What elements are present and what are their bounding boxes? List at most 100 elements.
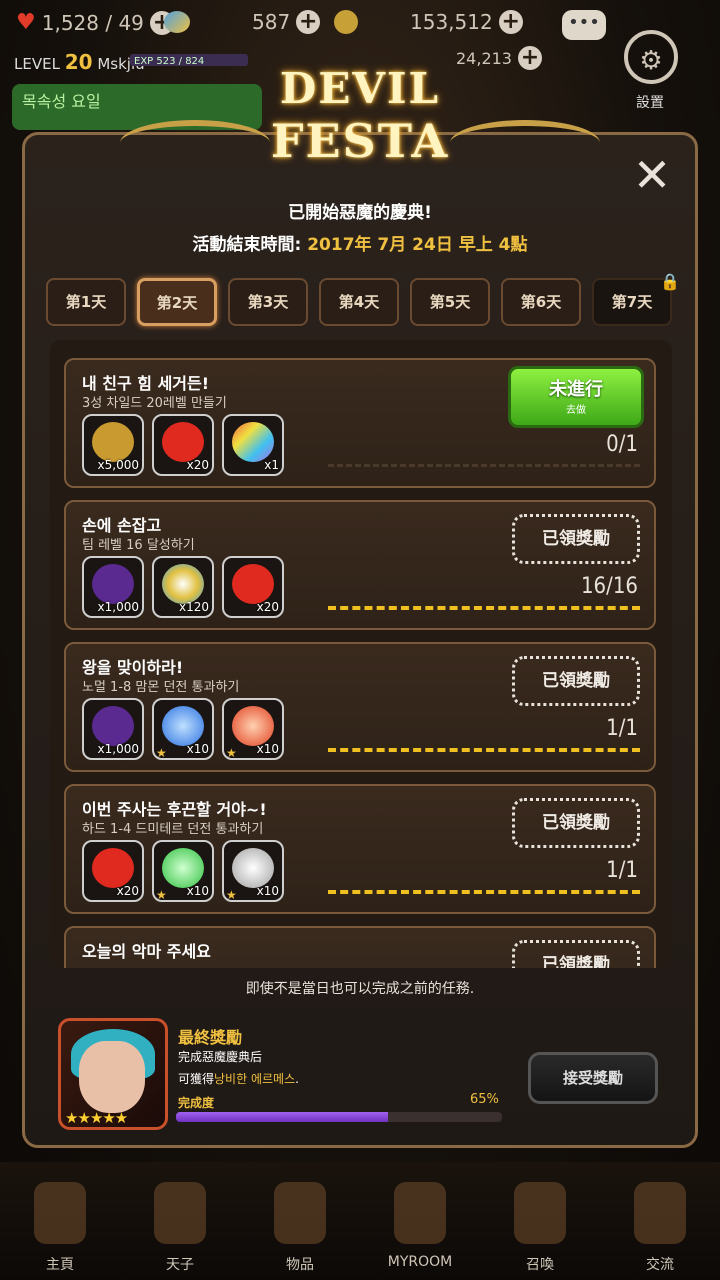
gold-value: 153,512 (410, 10, 493, 34)
end-label: 活動結束時間: (192, 235, 308, 255)
tab-day-6[interactable]: 第6天 (501, 278, 581, 326)
home-icon (34, 1182, 86, 1244)
final-reward-line2: 可獲得낭비한 에르메스. (178, 1070, 299, 1087)
progress-bar (328, 606, 640, 610)
nav-items[interactable]: 物品 (240, 1174, 360, 1280)
progress-text: 0/1 (606, 432, 638, 457)
hearts-value: 1,528 / 49 (41, 10, 144, 35)
nav-home[interactable]: 主頁 (0, 1174, 120, 1280)
reward-count: x20 (186, 458, 209, 472)
line2-highlight: 낭비한 에르메스 (214, 1072, 296, 1086)
nav-child[interactable]: 天子 (120, 1174, 240, 1280)
character-face (79, 1041, 145, 1113)
nav-label: 物品 (286, 1257, 314, 1273)
hearts-stat: ♥ 1,528 / 49 + (16, 10, 174, 35)
completion-percent: 65% (470, 1092, 499, 1107)
gold-icon (334, 10, 358, 34)
mission-card: 손에 손잡고 팀 레벨 16 달성하기 x1,000 x120 x20 已領獎勵… (64, 500, 656, 630)
star-icon: ★ (226, 746, 237, 760)
tab-day-5[interactable]: 第5天 (410, 278, 490, 326)
event-title: 已開始惡魔的慶典! (288, 203, 432, 223)
reward-heart[interactable]: x20 (82, 840, 144, 902)
star-icon: ★ (156, 888, 167, 902)
reward-green-orb[interactable]: x10 ★ (152, 840, 214, 902)
mission-title: 오늘의 악마 주세요 (82, 942, 211, 961)
claimed-button[interactable]: 已領獎勵 (512, 798, 640, 848)
lock-icon: 🔒 (660, 272, 680, 291)
end-date: 2017年 7月 24日 早上 4點 (307, 235, 528, 255)
reward-count: x1,000 (97, 742, 139, 756)
settings-label: 設置 (636, 95, 664, 111)
claimed-button[interactable]: 已領獎勵 (512, 656, 640, 706)
reward-count: x10 (256, 884, 279, 898)
nav-myroom[interactable]: MYROOM (360, 1174, 480, 1280)
mission-title: 왕을 맞이하라! (82, 658, 184, 677)
reward-gold-coins[interactable]: x5,000 (82, 414, 144, 476)
reward-rainbow-gem[interactable]: x1 (222, 414, 284, 476)
logo-line2: FESTA (270, 114, 450, 168)
final-reward-title: 最終獎勵 (178, 1028, 243, 1047)
level-value: 20 (64, 50, 93, 74)
potion-icon (514, 1182, 566, 1244)
reward-white-orb[interactable]: x10 ★ (222, 840, 284, 902)
go-button[interactable]: 未進行 去做 (508, 366, 644, 428)
mission-desc: 3성 차일드 20레벨 만들기 (82, 396, 227, 411)
claimed-button[interactable]: 已領獎勵 (512, 514, 640, 564)
completion-label: 完成度 (178, 1096, 215, 1110)
white-orb-icon (232, 848, 274, 888)
completion-fill (176, 1112, 388, 1122)
add-gems-button[interactable]: + (296, 10, 321, 34)
accept-reward-button[interactable]: 接受獎勵 (528, 1052, 658, 1104)
tab-day-3[interactable]: 第3天 (228, 278, 308, 326)
heart-icon (92, 848, 134, 888)
reward-dark-heart-gem[interactable]: x1,000 (82, 556, 144, 618)
heart-icon (232, 564, 274, 604)
mission-desc: 하드 1-4 드미테르 던전 통과하기 (82, 822, 264, 837)
reward-count: x1 (264, 458, 279, 472)
flame-eye-icon (154, 1182, 206, 1244)
reward-character-avatar[interactable]: ★★★★★ (58, 1018, 168, 1130)
tab-day-4[interactable]: 第4天 (319, 278, 399, 326)
tab-day-1[interactable]: 第1天 (46, 278, 126, 326)
go-button-label: 未進行 (549, 379, 603, 400)
mission-desc: 노멀 1-8 맘몬 던전 통과하기 (82, 680, 240, 695)
wrench-icon[interactable]: ⚙ (624, 30, 678, 84)
reward-rainbow-orb[interactable]: x120 (152, 556, 214, 618)
reward-red-orb[interactable]: x10 ★ (222, 698, 284, 760)
add-gold-button[interactable]: + (498, 10, 523, 34)
level-label: LEVEL (14, 55, 60, 73)
nav-label: 天子 (166, 1257, 194, 1273)
reward-blue-orb[interactable]: x10 ★ (152, 698, 214, 760)
reward-heart[interactable]: x20 (152, 414, 214, 476)
mission-title: 이번 주사는 후끈할 거야~! (82, 800, 267, 819)
mission-card: 내 친구 힘 세거든! 3성 차일드 20레벨 만들기 x5,000 x20 x… (64, 358, 656, 488)
gems-value: 587 (252, 10, 291, 34)
mission-title: 손에 손잡고 (82, 516, 162, 535)
mission-card: 이번 주사는 후끈할 거야~! 하드 1-4 드미테르 던전 통과하기 x20 … (64, 784, 656, 914)
progress-text: 16/16 (580, 574, 638, 599)
tab-day-2[interactable]: 第2天 (137, 278, 217, 326)
reward-count: x10 (256, 742, 279, 756)
line2-prefix: 可獲得 (178, 1072, 215, 1086)
close-button[interactable]: ✕ (630, 152, 674, 199)
reward-heart[interactable]: x20 (222, 556, 284, 618)
star-rating: ★★★★★ (65, 1109, 128, 1127)
reward-count: x20 (116, 884, 139, 898)
rainbow-gem-icon (232, 422, 274, 462)
mission-list[interactable]: 내 친구 힘 세거든! 3성 차일드 20레벨 만들기 x5,000 x20 x… (50, 340, 672, 968)
gold-stat: 153,512 + (334, 10, 523, 34)
final-reward-line1: 完成惡魔慶典后 (178, 1050, 263, 1064)
logo-line1: DEVIL (279, 64, 441, 113)
close-icon: ✕ (632, 148, 672, 202)
chat-icon[interactable]: ••• (562, 10, 606, 40)
claimed-button[interactable]: 已領獎勵 (512, 940, 640, 968)
dark-heart-gem-icon (92, 564, 134, 604)
gem-icon (164, 11, 190, 33)
nav-summon[interactable]: 召喚 (480, 1174, 600, 1280)
mission-title: 내 친구 힘 세거든! (82, 374, 210, 393)
reward-count: x120 (178, 600, 209, 614)
reward-dark-heart-gem[interactable]: x1,000 (82, 698, 144, 760)
nav-social[interactable]: 交流 (600, 1174, 720, 1280)
note-text: 即使不是當日也可以完成之前的任務. (245, 981, 475, 997)
nav-label: 交流 (646, 1257, 674, 1273)
